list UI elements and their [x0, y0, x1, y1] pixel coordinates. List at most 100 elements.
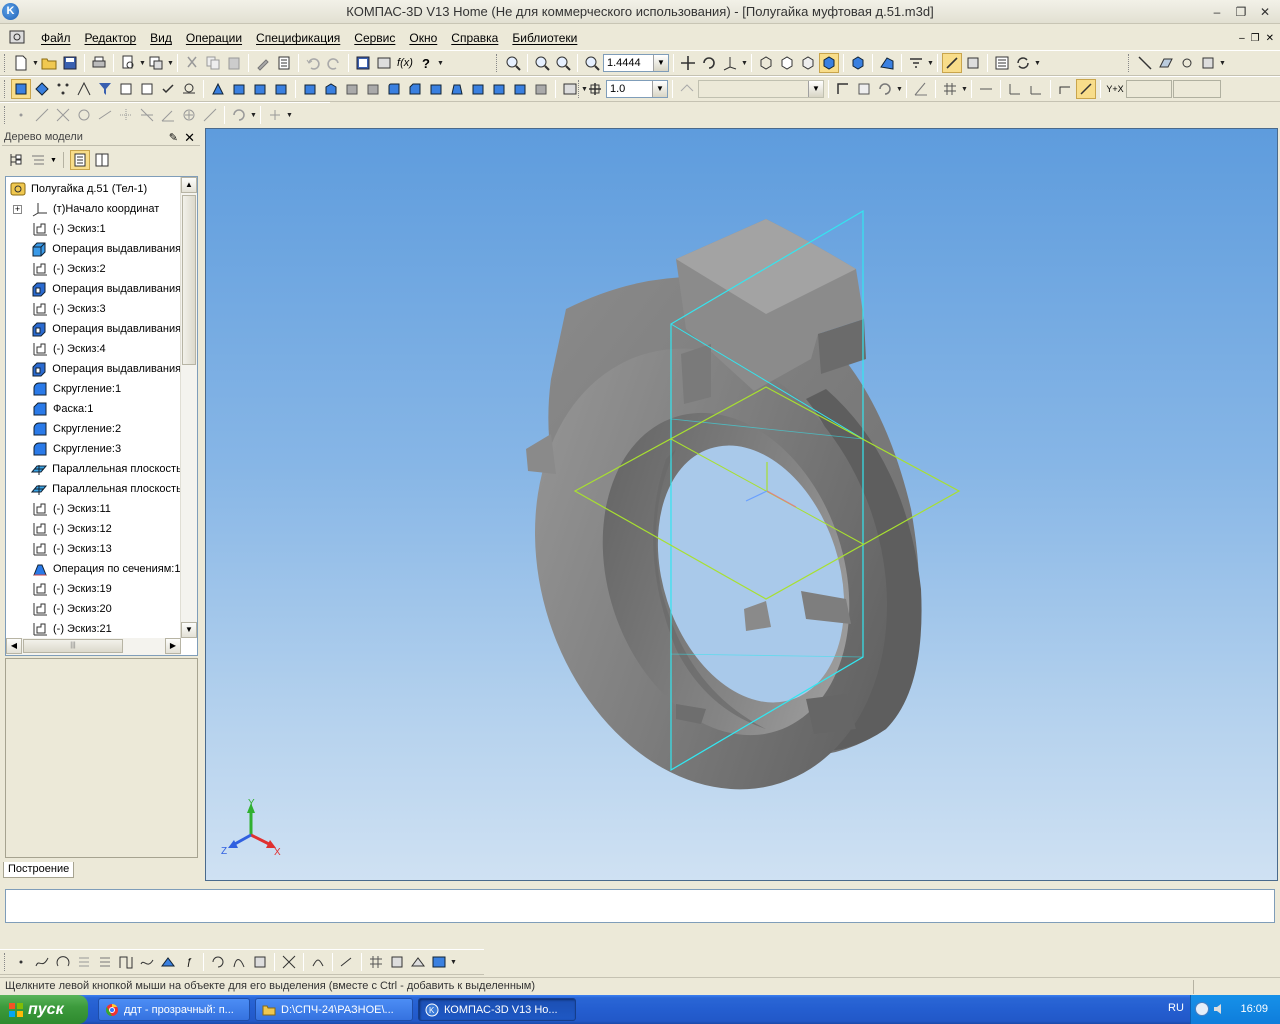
menu-item-8[interactable]: Библиотеки	[505, 31, 584, 45]
coord-y-field[interactable]	[1173, 80, 1221, 98]
tree-item[interactable]: Скругление:3	[13, 439, 185, 459]
revolve-op-icon[interactable]	[229, 79, 249, 99]
tree-item[interactable]: + (т)Начало координат	[13, 199, 185, 219]
points-icon[interactable]	[53, 79, 73, 99]
network-tray-icon[interactable]	[1195, 1002, 1209, 1016]
angle-tool-icon[interactable]	[158, 105, 178, 125]
menu-item-2[interactable]: Вид	[143, 31, 179, 45]
cut-loft-op-icon[interactable]	[363, 79, 383, 99]
step-cursor-icon[interactable]	[585, 79, 605, 99]
copy-icon[interactable]	[203, 53, 223, 73]
tree-item[interactable]: (-) Эскиз:11	[13, 499, 185, 519]
patch-icon[interactable]	[250, 952, 270, 972]
circle-tool-icon[interactable]	[74, 105, 94, 125]
local-cs-icon[interactable]	[1005, 79, 1025, 99]
tree-tab-view-icon[interactable]	[69, 150, 90, 170]
sketch-mode-icon[interactable]	[1135, 53, 1155, 73]
detail-mode-icon[interactable]	[11, 79, 31, 99]
stitch-icon[interactable]	[308, 952, 328, 972]
shell-op-icon[interactable]	[468, 79, 488, 99]
tree-item[interactable]: Параллельная плоскость:1	[13, 459, 185, 479]
ortho-icon[interactable]	[976, 79, 996, 99]
tree-item[interactable]: (-) Эскиз:2	[13, 259, 185, 279]
zoom-window-icon[interactable]	[503, 53, 523, 73]
grid-icon[interactable]	[940, 79, 960, 99]
scroll-thumb[interactable]	[182, 195, 196, 365]
rotate-tool-icon[interactable]	[229, 105, 249, 125]
cs-icon[interactable]	[1026, 79, 1046, 99]
redo-icon[interactable]	[324, 53, 344, 73]
center-icon[interactable]	[179, 105, 199, 125]
language-indicator[interactable]: RU	[1168, 1002, 1184, 1014]
scroll-left-button[interactable]: ◀	[6, 638, 22, 654]
layer-state-icon[interactable]	[677, 79, 697, 99]
function-curve-icon[interactable]: ƒ	[179, 952, 199, 972]
print-icon[interactable]	[89, 53, 109, 73]
helix-tool-icon[interactable]	[74, 952, 94, 972]
mdi-minimize-button[interactable]: –	[1239, 33, 1245, 44]
library-surface-icon[interactable]	[429, 952, 449, 972]
sketch-plane-icon[interactable]	[1156, 53, 1176, 73]
point-icon[interactable]	[11, 105, 31, 125]
grid-points-icon[interactable]	[116, 105, 136, 125]
minimize-button[interactable]: –	[1206, 3, 1228, 21]
variables-icon[interactable]	[353, 53, 373, 73]
array-op-icon[interactable]	[531, 79, 551, 99]
scroll-right-button[interactable]: ▶	[165, 638, 181, 654]
wireframe-icon[interactable]	[756, 53, 776, 73]
tree-item[interactable]: Операция выдавливания:2	[13, 279, 185, 299]
tree-list-dropdown[interactable]: ▼	[50, 157, 57, 164]
kinematic-op-icon[interactable]	[250, 79, 270, 99]
hidden-thin-icon[interactable]	[798, 53, 818, 73]
tree-item[interactable]: Фаска:1	[13, 399, 185, 419]
taskbar-button[interactable]: ддт - прозрачный: п...	[98, 998, 250, 1021]
curve-tool-icon[interactable]	[137, 952, 157, 972]
cut-icon[interactable]	[182, 53, 202, 73]
rays-icon[interactable]	[137, 105, 157, 125]
expand-icon[interactable]: +	[13, 204, 22, 214]
rotate-icon[interactable]	[699, 53, 719, 73]
tree-item[interactable]: (-) Эскиз:12	[13, 519, 185, 539]
trim-icon[interactable]	[279, 952, 299, 972]
save-icon[interactable]	[60, 53, 80, 73]
offset-icon[interactable]	[200, 105, 220, 125]
cursor-step-combo[interactable]: 1.0 ▼	[606, 80, 668, 98]
snap-points-icon[interactable]	[1076, 79, 1096, 99]
filter-icon[interactable]	[95, 79, 115, 99]
zoom-in-icon[interactable]	[532, 53, 552, 73]
sketch-tools-icon[interactable]	[1177, 53, 1197, 73]
cut-extrude-op-icon[interactable]	[300, 79, 320, 99]
mdi-close-button[interactable]: ✕	[1266, 33, 1274, 44]
library-icon[interactable]	[560, 79, 580, 99]
chamfer-op-icon[interactable]	[405, 79, 425, 99]
3d-viewport[interactable]: Y X Z	[205, 128, 1278, 881]
axis-icon[interactable]	[32, 105, 52, 125]
cut-revolve-op-icon[interactable]	[321, 79, 341, 99]
scroll-h-thumb[interactable]: |||	[23, 639, 123, 653]
tree-vertical-scrollbar[interactable]: ▲ ▼	[180, 177, 197, 638]
pin-icon[interactable]: ✎	[169, 131, 178, 144]
help-icon[interactable]: ?	[416, 53, 436, 73]
zoom-out-icon[interactable]	[553, 53, 573, 73]
layers-icon[interactable]	[963, 53, 983, 73]
fillet-op-icon[interactable]	[384, 79, 404, 99]
orientation-icon[interactable]	[720, 53, 740, 73]
paste-icon[interactable]	[224, 53, 244, 73]
clock[interactable]: 16:09	[1240, 1003, 1268, 1015]
sketch-rotate-icon[interactable]	[875, 79, 895, 99]
mesh-icon[interactable]	[366, 952, 386, 972]
extrude-op-icon[interactable]	[208, 79, 228, 99]
scroll-down-button[interactable]: ▼	[181, 622, 197, 638]
report-icon[interactable]	[992, 53, 1012, 73]
document-icon[interactable]	[9, 30, 25, 44]
zoom-scale-icon[interactable]	[582, 53, 602, 73]
arc-tool-icon[interactable]	[53, 952, 73, 972]
tree-item[interactable]: (-) Эскиз:1	[13, 219, 185, 239]
tab-build[interactable]: Построение	[3, 862, 75, 878]
draft-op-icon[interactable]	[447, 79, 467, 99]
sketch-options-icon[interactable]	[1198, 53, 1218, 73]
measure-icon[interactable]	[179, 79, 199, 99]
format-brush-icon[interactable]	[253, 53, 273, 73]
menu-item-5[interactable]: Сервис	[347, 31, 402, 45]
taskbar-button[interactable]: D:\СПЧ-24\РАЗНОЕ\...	[255, 998, 413, 1021]
